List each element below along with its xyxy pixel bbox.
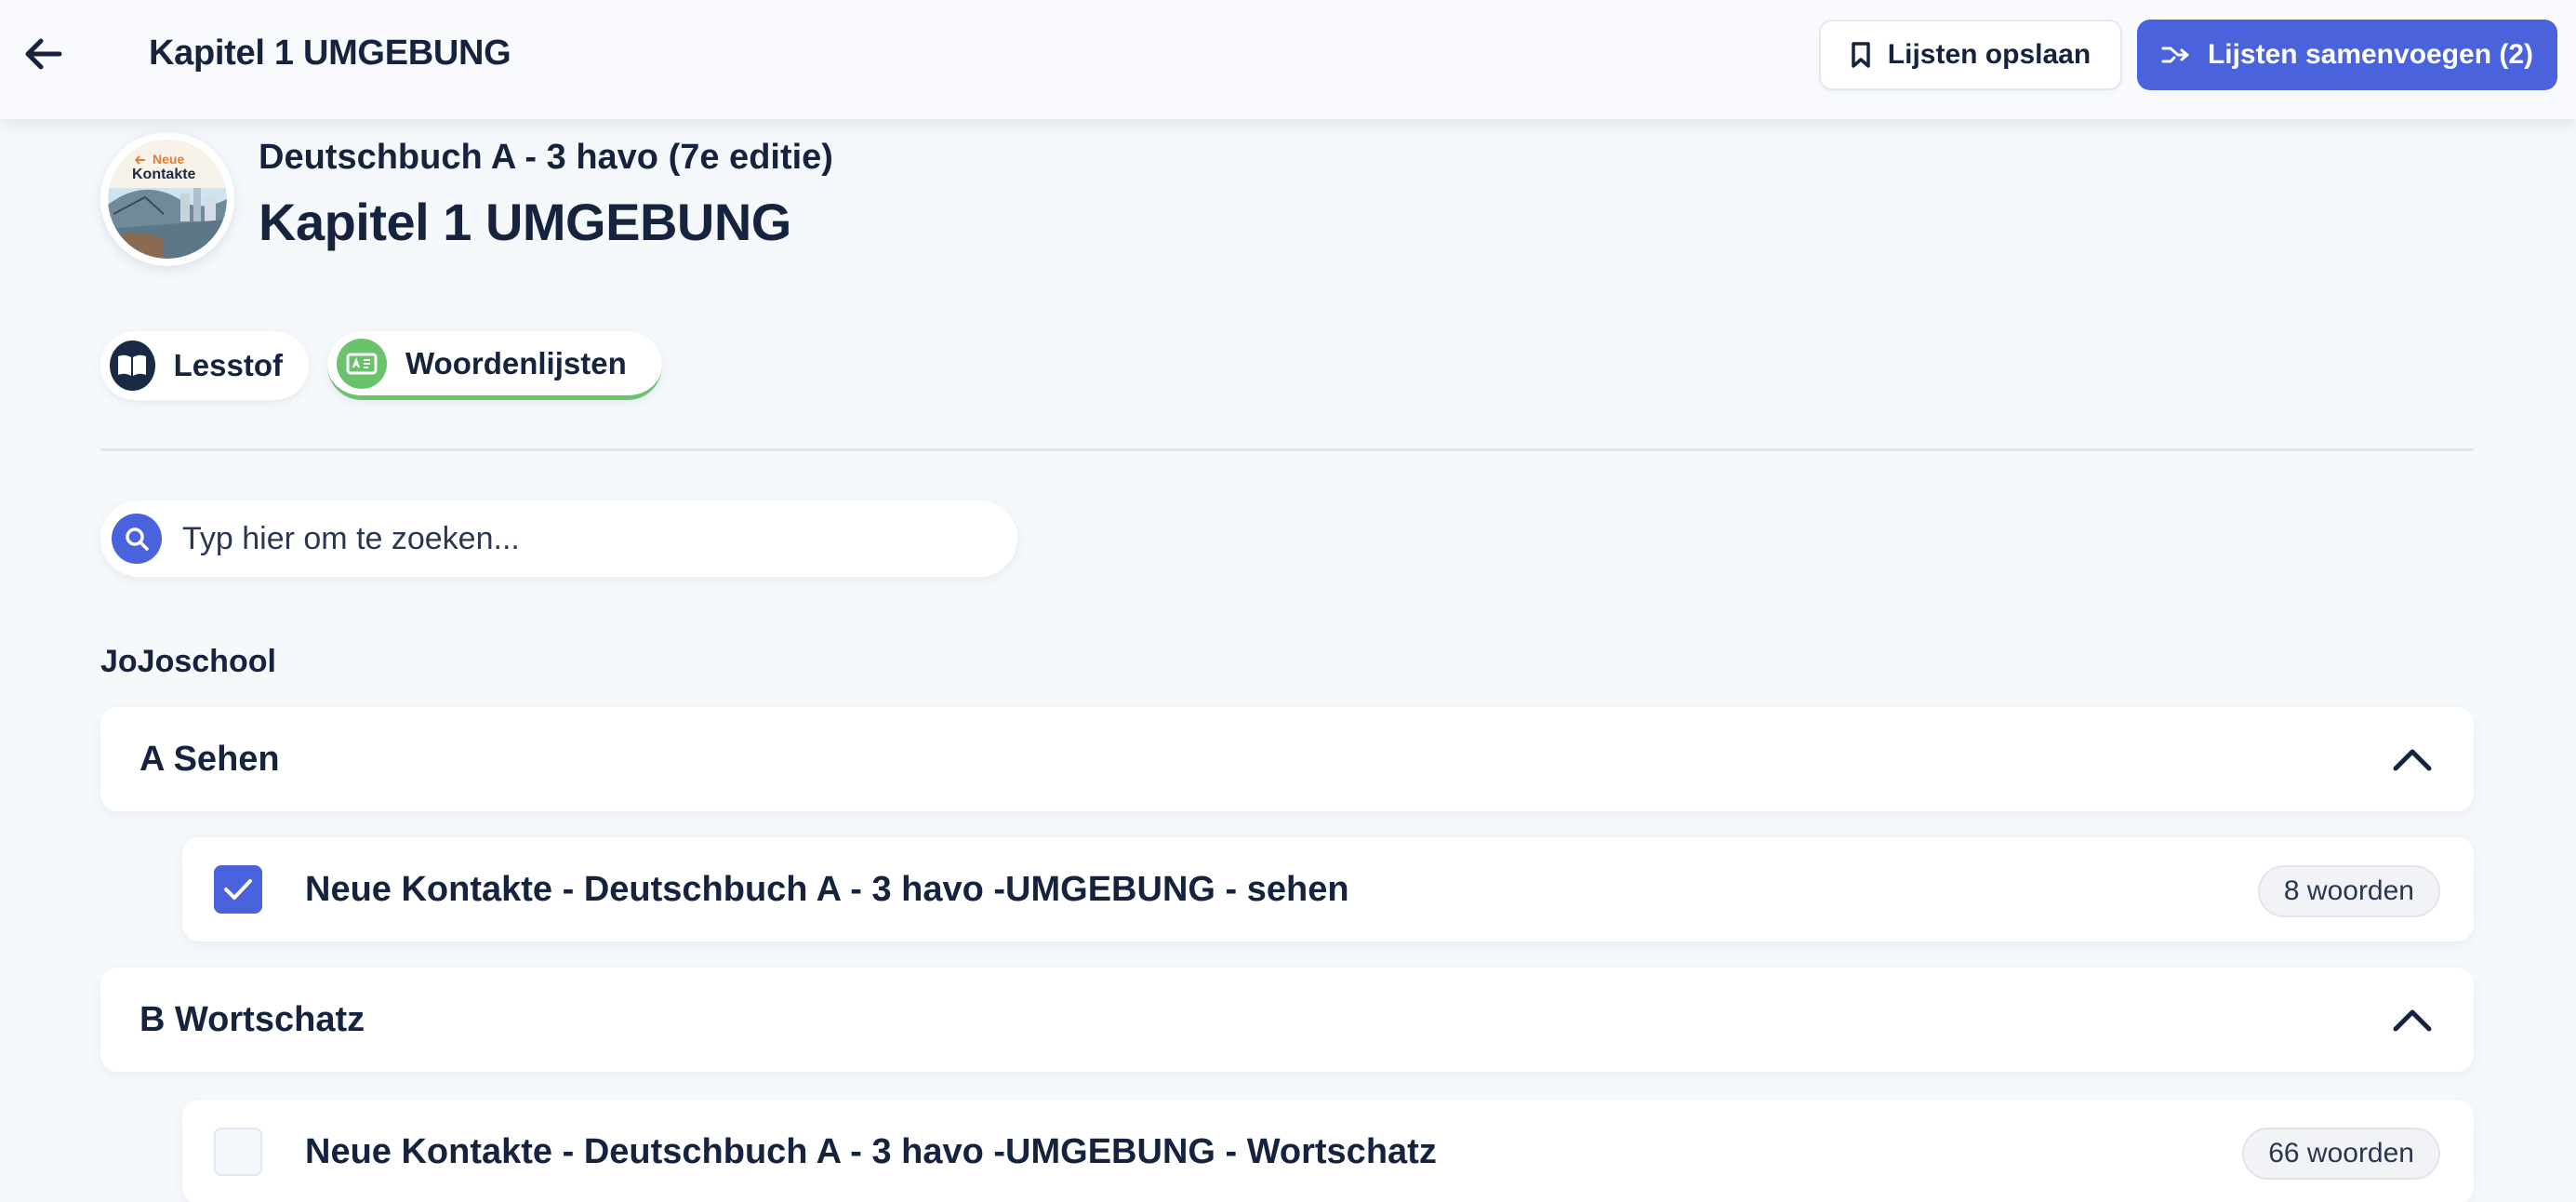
merge-lists-label: Lijsten samenvoegen (2) [2207, 39, 2534, 70]
list-item-title: Neue Kontakte - Deutschbuch A - 3 havo -… [305, 869, 1349, 909]
top-bar: Kapitel 1 UMGEBUNG Lijsten opslaan Lijst… [0, 0, 2576, 119]
search-icon [112, 514, 162, 564]
checkbox-unchecked[interactable] [214, 1128, 262, 1176]
list-item[interactable]: Neue Kontakte - Deutschbuch A - 3 havo -… [182, 1100, 2474, 1202]
merge-lists-button[interactable]: Lijsten samenvoegen (2) [2137, 20, 2557, 90]
group-header-a-sehen[interactable]: A Sehen [100, 707, 2474, 811]
tab-woordenlijsten[interactable]: Woordenlijsten [327, 331, 662, 400]
chevron-up-icon[interactable] [2392, 741, 2433, 778]
group-header-b-wortschatz[interactable]: B Wortschatz [100, 968, 2474, 1072]
word-count-badge: 66 woorden [2242, 1128, 2440, 1180]
arrow-left-icon [25, 38, 62, 70]
section-label: JoJoschool [100, 644, 276, 679]
save-lists-button[interactable]: Lijsten opslaan [1819, 20, 2122, 90]
group-title: B Wortschatz [139, 999, 365, 1039]
list-item-title: Neue Kontakte - Deutschbuch A - 3 havo -… [305, 1131, 1437, 1171]
cover-text-kontakte: Kontakte [132, 167, 196, 182]
search-bar[interactable] [100, 501, 1017, 577]
book-cover-image: Neue Kontakte [100, 132, 234, 266]
cover-text-neue: Neue [153, 152, 184, 167]
tab-woordenlijsten-label: Woordenlijsten [405, 345, 627, 381]
back-button[interactable] [17, 28, 69, 80]
bookmark-icon [1852, 42, 1870, 68]
word-count-badge: 8 woorden [2257, 865, 2440, 917]
chapter-title: Kapitel 1 UMGEBUNG [259, 193, 791, 251]
book-subtitle: Deutschbuch A - 3 havo (7e editie) [259, 138, 833, 177]
flashcard-icon [337, 338, 387, 389]
search-input[interactable] [182, 520, 982, 557]
chevron-up-icon[interactable] [2392, 1001, 2433, 1038]
list-item[interactable]: Neue Kontakte - Deutschbuch A - 3 havo -… [182, 837, 2474, 942]
merge-arrow-icon [2161, 47, 2189, 63]
group-title: A Sehen [139, 739, 280, 779]
check-icon [224, 879, 252, 900]
tab-lesstof[interactable]: Lesstof [100, 331, 309, 400]
save-lists-label: Lijsten opslaan [1887, 39, 2091, 70]
divider [100, 448, 2474, 451]
page-title: Kapitel 1 UMGEBUNG [149, 33, 511, 73]
tab-lesstof-label: Lesstof [173, 348, 283, 382]
checkbox-checked[interactable] [214, 865, 262, 914]
book-icon [110, 341, 155, 391]
